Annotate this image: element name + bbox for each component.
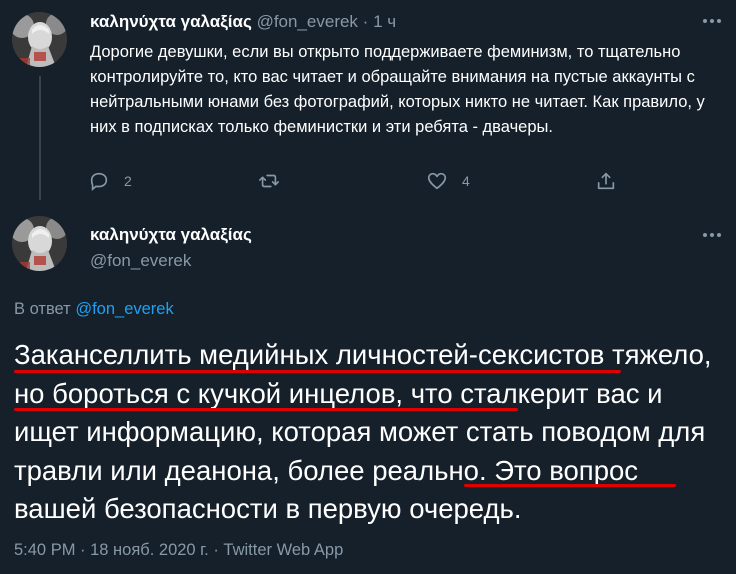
parent-tweet[interactable]: καληνύχτα γαλαξίας @fon_everek · 1 ч Дор… [0, 0, 736, 200]
red-underline [14, 370, 621, 373]
tweet-time[interactable]: 1 ч [373, 12, 396, 31]
retweet-icon [258, 170, 280, 192]
reply-text: Заканселлить медийных личностей-сексисто… [14, 339, 712, 524]
reply-author-name[interactable]: καληνύχτα γαλαξίας [90, 225, 252, 245]
reply-to-handle-link[interactable]: @fon_everek [75, 300, 173, 318]
avatar[interactable] [12, 12, 67, 67]
like-button[interactable]: 4 [426, 170, 470, 192]
reply-count: 2 [124, 173, 132, 189]
retweet-button[interactable] [258, 170, 294, 192]
reply-avatar[interactable] [12, 216, 67, 271]
like-icon [426, 170, 448, 192]
like-count: 4 [462, 173, 470, 189]
separator: · [362, 12, 369, 31]
tweet-timestamp[interactable]: 5:40 PM · 18 нояб. 2020 г. · Twitter Web… [14, 541, 343, 560]
reply-context: В ответ @fon_everek [14, 300, 174, 319]
reply-author-handle[interactable]: @fon_everek [90, 251, 191, 271]
author-name[interactable]: καληνύχτα γαλαξίας [90, 12, 252, 31]
reply-icon [88, 170, 110, 192]
tweet-text: Дорогие девушки, если вы открыто поддерж… [90, 43, 705, 136]
tweet-header: καληνύχτα γαλαξίας @fon_everek · 1 ч [90, 11, 396, 33]
author-handle[interactable]: @fon_everek [257, 12, 358, 31]
thread-connector-line [39, 76, 41, 200]
more-icon[interactable] [702, 230, 722, 240]
tweet-actions: 2 4 [88, 170, 628, 194]
reply-prefix: В ответ [14, 300, 71, 318]
red-underline [14, 408, 518, 411]
share-icon [595, 170, 617, 192]
reply-button[interactable]: 2 [88, 170, 132, 192]
more-icon[interactable] [702, 16, 722, 26]
red-underline [464, 484, 676, 487]
tweet-thread: καληνύχτα γαλαξίας @fon_everek · 1 ч Дор… [0, 0, 736, 574]
share-button[interactable] [595, 170, 617, 192]
